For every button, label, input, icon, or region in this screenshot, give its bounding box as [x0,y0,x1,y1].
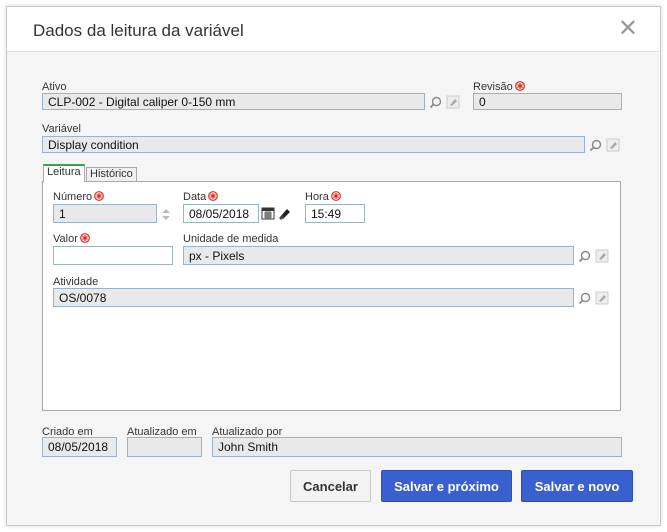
valor-label: Valor [53,233,90,245]
valor-field[interactable] [53,246,173,265]
spinner-icon[interactable] [158,205,174,223]
clear-icon[interactable] [594,248,610,264]
atualizado-em-field [127,437,202,457]
variavel-label-text: Variável [42,123,81,135]
calendar-icon[interactable] [260,205,276,221]
data-field[interactable]: 08/05/2018 [183,204,259,223]
unidade-field[interactable]: px - Pixels [183,246,574,265]
variavel-label: Variável [42,123,81,135]
search-icon[interactable] [576,290,592,306]
hora-label-text: Hora [305,191,329,203]
required-icon [94,191,105,201]
variavel-field[interactable]: Display condition [42,136,585,153]
atividade-label: Atividade [53,276,98,288]
search-icon[interactable] [587,137,603,153]
dialog-title: Dados da leitura da variável [33,21,244,40]
atualizado-por-field: John Smith [212,437,622,457]
variable-reading-dialog: Dados da leitura da variável ✕ Ativo CLP… [6,6,661,526]
revisao-label-text: Revisão [473,81,513,93]
required-icon [79,233,90,243]
unidade-label: Unidade de medida [183,233,278,245]
dialog-titlebar: Dados da leitura da variável ✕ [7,7,660,52]
clear-icon[interactable] [605,137,621,153]
save-next-button[interactable]: Salvar e próximo [381,470,512,502]
clear-icon[interactable] [277,205,293,221]
required-icon [208,191,219,201]
criado-em-field: 08/05/2018 [42,437,117,457]
numero-label: Número [53,191,105,203]
close-icon[interactable]: ✕ [618,15,638,43]
tab-historico[interactable]: Histórico [86,167,137,182]
ativo-label: Ativo [42,81,66,93]
search-icon[interactable] [427,94,443,110]
hora-field[interactable]: 15:49 [305,204,365,223]
numero-field[interactable]: 1 [53,204,157,223]
unidade-label-text: Unidade de medida [183,233,279,245]
atividade-field[interactable]: OS/0078 [53,288,574,307]
data-label-text: Data [183,191,207,203]
numero-label-text: Número [53,191,93,203]
ativo-field[interactable]: CLP-002 - Digital caliper 0-150 mm [42,93,425,110]
save-new-button[interactable]: Salvar e novo [521,470,633,502]
clear-icon[interactable] [445,94,461,110]
cancel-button[interactable]: Cancelar [290,470,371,502]
valor-label-text: Valor [53,233,78,245]
search-icon[interactable] [576,248,592,264]
revisao-label: Revisão [473,81,525,93]
clear-icon[interactable] [594,290,610,306]
required-icon [514,81,525,91]
tab-leitura[interactable]: Leitura [43,164,85,182]
hora-label: Hora [305,191,341,203]
ativo-label-text: Ativo [42,81,67,93]
required-icon [330,191,341,201]
atividade-label-text: Atividade [53,276,99,288]
revisao-field[interactable]: 0 [473,93,622,110]
data-label: Data [183,191,219,203]
